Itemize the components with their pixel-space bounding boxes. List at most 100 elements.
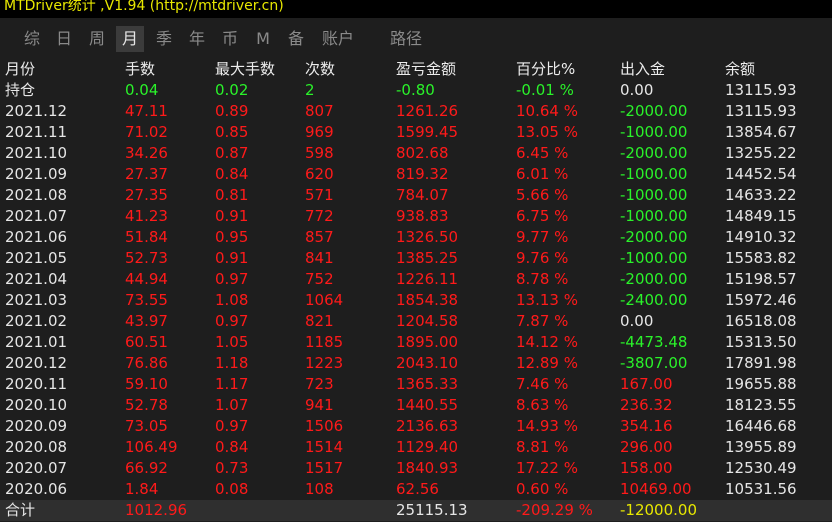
col-max-lots[interactable]: 最大手数 (215, 58, 275, 80)
cell-pct: 14.12 % (516, 333, 578, 351)
cell-pct: 6.75 % (516, 207, 569, 225)
cell-pnl: 1840.93 (396, 459, 459, 477)
cell-pct: 13.05 % (516, 123, 578, 141)
cell-max-lots: 0.08 (215, 480, 249, 498)
col-month[interactable]: 月份 (5, 58, 35, 80)
col-lots[interactable]: 手数 (125, 58, 155, 80)
col-pct[interactable]: 百分比% (516, 58, 575, 80)
cell-lots: 73.05 (125, 417, 168, 435)
tab-week[interactable]: 周 (80, 26, 114, 52)
table-row[interactable]: 2021.06 51.84 0.95 857 1326.50 9.77 % -2000.00… (0, 227, 832, 248)
cell-lots: 73.55 (125, 291, 168, 309)
cell-max-lots: 1.18 (215, 354, 249, 372)
cell-pct: 5.66 % (516, 186, 569, 204)
cell-pnl: 1204.58 (396, 312, 459, 330)
cell-month: 2021.03 (5, 291, 68, 309)
cell-month: 2020.10 (5, 396, 68, 414)
tab-day[interactable]: 日 (48, 26, 80, 52)
cell-month: 2021.06 (5, 228, 68, 246)
table-row[interactable]: 2021.09 27.37 0.84 620 819.32 6.01 % -1000.00 1… (0, 164, 832, 185)
cell-balance: 15583.82 (725, 249, 797, 267)
table-row[interactable]: 2020.06 1.84 0.08 108 62.56 0.60 % 10469.00 105… (0, 479, 832, 500)
cell-month: 2020.08 (5, 438, 68, 456)
cell-pnl: 802.68 (396, 144, 449, 162)
cell-pnl: 2136.63 (396, 417, 459, 435)
cell-max-lots: 0.97 (215, 270, 249, 288)
cell-pct: 13.13 % (516, 291, 578, 309)
cell-lots: 76.86 (125, 354, 168, 372)
cell-pnl: 1440.55 (396, 396, 459, 414)
cell-max-lots: 0.95 (215, 228, 249, 246)
holding-row[interactable]: 持仓 0.04 0.02 2 -0.80 -0.01 % 0.00 13115.93 (0, 80, 832, 101)
cell-lots: 66.92 (125, 459, 168, 477)
cell-pct: 12.89 % (516, 354, 578, 372)
cell-flow: 354.16 (620, 417, 673, 435)
cell-pnl: 62.56 (396, 480, 439, 498)
cell-balance: 19655.88 (725, 375, 797, 393)
table-row[interactable]: 2020.07 66.92 0.73 1517 1840.93 17.22 % 158.00… (0, 458, 832, 479)
cell-count: 807 (305, 102, 334, 120)
cell-flow: -3807.00 (620, 354, 688, 372)
tab-month[interactable]: 月 (116, 26, 144, 52)
cell-max-lots: 0.81 (215, 186, 249, 204)
table-row[interactable]: 2021.10 34.26 0.87 598 802.68 6.45 % -2000.00 1… (0, 143, 832, 164)
tab-m[interactable]: M (247, 26, 279, 52)
cell-count: 772 (305, 207, 334, 225)
cell-max-lots: 0.85 (215, 123, 249, 141)
cell-month: 2020.09 (5, 417, 68, 435)
cell-pnl: 1261.26 (396, 102, 459, 120)
cell-pnl: 1129.40 (396, 438, 459, 456)
cell-lots: 44.94 (125, 270, 168, 288)
tab-account[interactable]: 账户 (318, 26, 358, 52)
col-pnl[interactable]: 盈亏金额 (396, 58, 456, 80)
cell-balance: 15198.57 (725, 270, 797, 288)
table-header: 月份 手数 最大手数 次数 盈亏金额 百分比% 出入金 余额 (0, 58, 832, 80)
cell-month: 2020.12 (5, 354, 68, 372)
cell-pnl: 25115.13 (396, 501, 468, 519)
cell-pnl: 1385.25 (396, 249, 459, 267)
period-tabs: 综 日 周 月 季 年 币 M 备 账户 路径 (0, 26, 832, 52)
tab-path[interactable]: 路径 (386, 26, 426, 52)
col-flow[interactable]: 出入金 (620, 58, 665, 80)
cell-flow: 0.00 (620, 81, 654, 99)
tab-year[interactable]: 年 (181, 26, 213, 52)
tab-quarter[interactable]: 季 (148, 26, 180, 52)
cell-count: 841 (305, 249, 334, 267)
table-row[interactable]: 2020.08 106.49 0.84 1514 1129.40 8.81 % 296.00… (0, 437, 832, 458)
table-row[interactable]: 2020.12 76.86 1.18 1223 2043.10 12.89 % -3807.… (0, 353, 832, 374)
cell-pct: 10.64 % (516, 102, 578, 120)
tab-summary[interactable]: 综 (16, 26, 48, 52)
total-row[interactable]: 合计 1012.96 25115.13 -209.29 % -12000.00 (0, 500, 832, 521)
table-row[interactable]: 2021.02 43.97 0.97 821 1204.58 7.87 % 0.00 1651… (0, 311, 832, 332)
table-row[interactable]: 2021.12 47.11 0.89 807 1261.26 10.64 % -2000.0… (0, 101, 832, 122)
table-row[interactable]: 2020.09 73.05 0.97 1506 2136.63 14.93 % 354.16… (0, 416, 832, 437)
cell-pct: 7.46 % (516, 375, 569, 393)
cell-max-lots: 0.84 (215, 165, 249, 183)
cell-flow: 167.00 (620, 375, 673, 393)
cell-month: 2021.04 (5, 270, 68, 288)
cell-month: 2021.09 (5, 165, 68, 183)
cell-lots: 1.84 (125, 480, 159, 498)
table-row[interactable]: 2021.01 60.51 1.05 1185 1895.00 14.12 % -4473.… (0, 332, 832, 353)
table-row[interactable]: 2021.04 44.94 0.97 752 1226.11 8.78 % -2000.00… (0, 269, 832, 290)
table-row[interactable]: 2021.03 73.55 1.08 1064 1854.38 13.13 % -2400.… (0, 290, 832, 311)
table-row[interactable]: 2020.10 52.78 1.07 941 1440.55 8.63 % 236.32 18… (0, 395, 832, 416)
cell-lots: 43.97 (125, 312, 168, 330)
tab-backup[interactable]: 备 (280, 26, 312, 52)
col-count[interactable]: 次数 (305, 58, 335, 80)
table-row[interactable]: 2021.11 71.02 0.85 969 1599.45 13.05 % -1000.0… (0, 122, 832, 143)
cell-balance: 13115.93 (725, 102, 797, 120)
col-balance[interactable]: 余额 (725, 58, 755, 80)
cell-pnl: 784.07 (396, 186, 449, 204)
cell-lots: 34.26 (125, 144, 168, 162)
cell-pct: -0.01 % (516, 81, 574, 99)
tab-currency[interactable]: 币 (214, 26, 246, 52)
table-row[interactable]: 2021.07 41.23 0.91 772 938.83 6.75 % -1000.00 1… (0, 206, 832, 227)
table-row[interactable]: 2020.11 59.10 1.17 723 1365.33 7.46 % 167.00 19… (0, 374, 832, 395)
cell-pnl: 1895.00 (396, 333, 459, 351)
cell-month: 2020.07 (5, 459, 68, 477)
table-row[interactable]: 2021.05 52.73 0.91 841 1385.25 9.76 % -1000.00… (0, 248, 832, 269)
cell-balance: 16518.08 (725, 312, 797, 330)
table-row[interactable]: 2021.08 27.35 0.81 571 784.07 5.66 % -1000.00 1… (0, 185, 832, 206)
cell-balance: 18123.55 (725, 396, 797, 414)
